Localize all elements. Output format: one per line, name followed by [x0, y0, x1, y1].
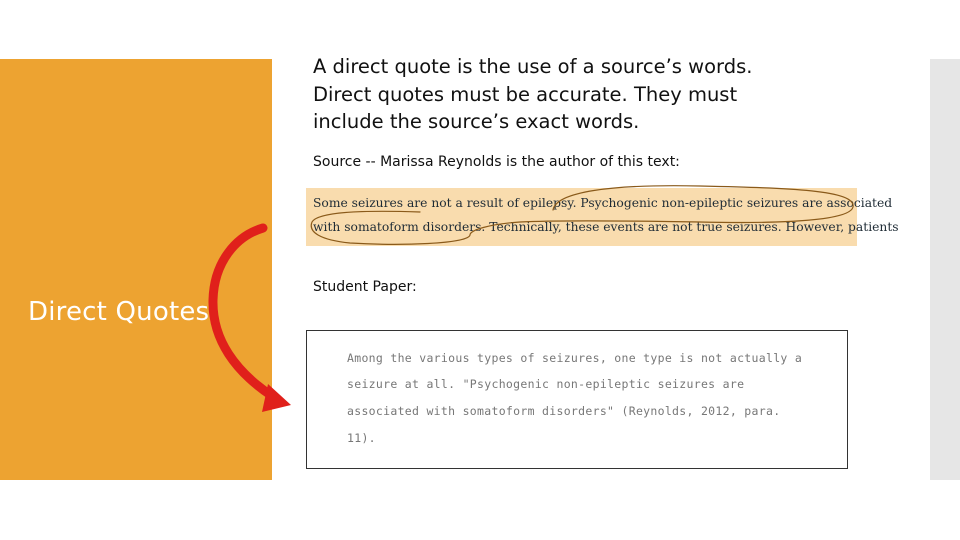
quote-circle-annotation: [310, 185, 854, 245]
slide: Direct Quotes A direct quote is the use …: [0, 0, 960, 540]
curved-red-arrow-icon: [208, 223, 291, 412]
annotation-overlay: [208, 185, 854, 412]
